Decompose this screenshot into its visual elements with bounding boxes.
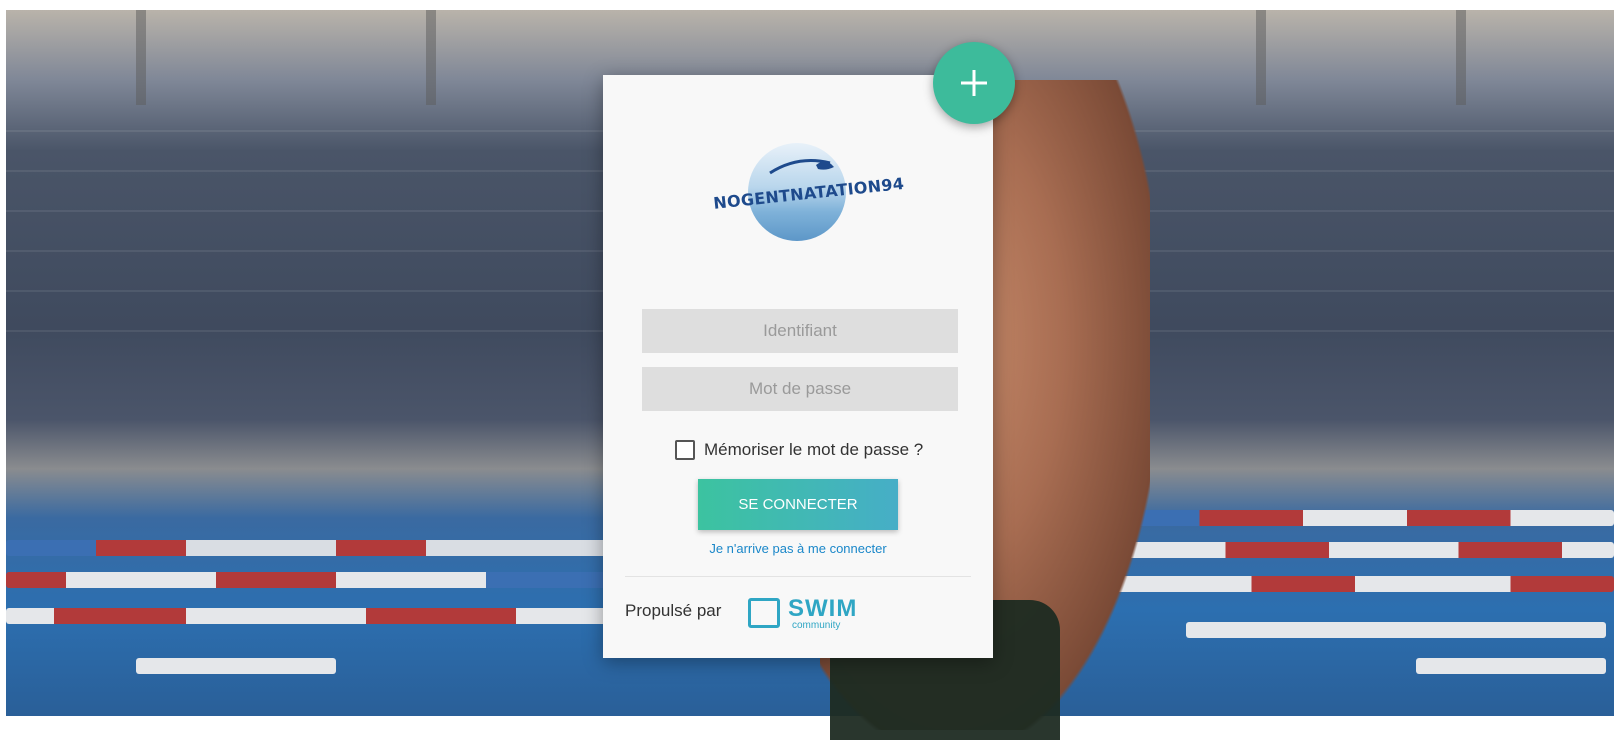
club-logo: NOGENTNATATION94 (712, 143, 905, 243)
lane-rope (1096, 542, 1614, 558)
background-pole (426, 10, 436, 105)
swim-logo-icon (748, 598, 780, 628)
swim-logo-subtext: community (792, 620, 841, 631)
remember-label: Mémoriser le mot de passe ? (704, 440, 924, 459)
swim-community-logo[interactable]: SWIM community (748, 592, 868, 634)
background-pole (1256, 10, 1266, 105)
background-pole (1456, 10, 1466, 105)
username-input[interactable] (642, 309, 958, 353)
lane-rope (1096, 510, 1614, 526)
password-input[interactable] (642, 367, 958, 411)
login-card: NOGENTNATATION94 Mémoriser le mot de pas… (603, 75, 993, 658)
lane-rope (6, 572, 606, 588)
plus-icon (961, 70, 987, 96)
lane-rope (136, 658, 336, 674)
lane-rope (1096, 576, 1614, 592)
background-pole (136, 10, 146, 105)
add-button[interactable] (933, 42, 1015, 124)
swim-logo-text: SWIM (788, 595, 858, 622)
swimmer-icon (769, 159, 834, 175)
powered-by-label: Propulsé par (625, 601, 722, 620)
lane-rope (6, 540, 606, 556)
forgot-link[interactable]: Je n'arrive pas à me connecter (603, 541, 993, 556)
remember-checkbox[interactable] (675, 440, 695, 460)
lane-rope (1416, 658, 1606, 674)
divider (625, 576, 971, 577)
login-button[interactable]: SE CONNECTER (698, 479, 898, 530)
lane-rope (1186, 622, 1606, 638)
lane-rope (6, 608, 606, 624)
remember-row[interactable]: Mémoriser le mot de passe ? (675, 439, 923, 461)
